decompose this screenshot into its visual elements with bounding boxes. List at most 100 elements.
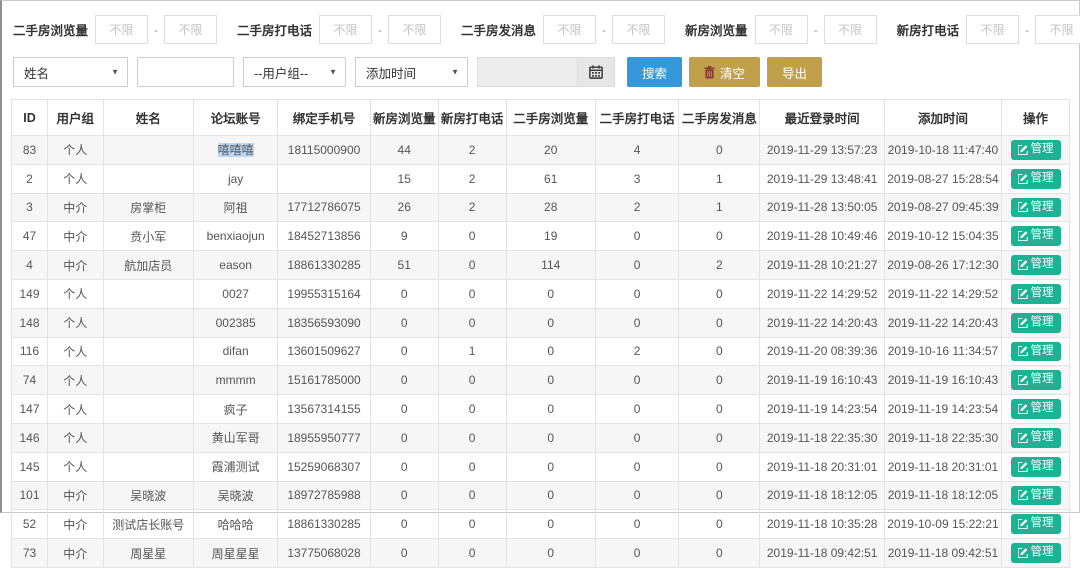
manage-button-label: 管理: [1030, 143, 1054, 155]
table-cell: 26: [369, 192, 439, 223]
manage-button[interactable]: 管理: [1010, 197, 1061, 218]
table-cell: 0: [437, 221, 507, 252]
manage-button[interactable]: 管理: [1010, 399, 1061, 419]
calendar-addon-button[interactable]: [577, 57, 615, 87]
table-cell: 2019-10-12 15:04:35: [883, 221, 1003, 252]
export-button[interactable]: 导出: [767, 57, 823, 87]
manage-button[interactable]: 管理: [1010, 543, 1061, 563]
manage-button[interactable]: 管理: [1010, 312, 1061, 333]
manage-button[interactable]: 管理: [1010, 514, 1061, 535]
table-cell: 0: [505, 394, 596, 424]
table-cell: 房掌柜: [102, 192, 194, 223]
secondhand-messages-min-input[interactable]: [543, 15, 597, 44]
table-cell: 0: [678, 480, 761, 511]
edit-icon: [1017, 288, 1028, 299]
time-field-select[interactable]: 添加时间 ▼: [355, 57, 468, 87]
newhouse-calls-max-input[interactable]: [1035, 15, 1080, 44]
table-cell: 101: [11, 480, 48, 511]
table-cell: 0: [594, 538, 680, 568]
table-cell-actions: 管理: [1001, 163, 1070, 194]
table-cell: 2019-11-29 13:57:23: [759, 135, 885, 165]
manage-button[interactable]: 管理: [1010, 283, 1061, 304]
table-cell: 15: [369, 163, 439, 194]
manage-button[interactable]: 管理: [1010, 456, 1061, 477]
table-cell: 周星星星: [192, 538, 279, 568]
secondhand-views-min-input[interactable]: [95, 15, 149, 44]
usergroup-select[interactable]: --用户组-- ▼: [243, 57, 346, 87]
newhouse-views-max-input[interactable]: [823, 15, 877, 44]
table-cell: 0: [678, 394, 761, 424]
table-cell: 19: [505, 221, 596, 252]
table-cell-actions: 管理: [1001, 192, 1070, 223]
table-cell: 周星星: [102, 538, 194, 568]
table-cell-actions: 管理: [1001, 365, 1070, 396]
table-cell: 2019-11-28 13:50:05: [759, 192, 885, 223]
table-cell: 霞浦测试: [192, 451, 279, 482]
table-cell: 0: [505, 509, 596, 540]
table-cell: 147: [11, 394, 48, 424]
secondhand-messages-max-input[interactable]: [612, 15, 666, 44]
table-cell: 13775068028: [277, 538, 371, 568]
range-filters-bar: 二手房浏览量 - 二手房打电话 - 二手房发消息 - 新房浏览量 - 新房打电话…: [13, 15, 1080, 44]
table-cell: 中介: [46, 250, 104, 280]
date-range-input[interactable]: [477, 57, 577, 87]
table-cell: 28: [505, 192, 596, 223]
column-header: 二手房浏览量: [505, 99, 596, 136]
table-row: 101 中介 吴晓波 吴晓波 18972785988 0 0 0 0 0 2019-11-18 18…: [11, 480, 1070, 511]
table-cell: 2019-11-18 22:35:30: [883, 422, 1003, 453]
manage-button[interactable]: 管理: [1010, 485, 1061, 506]
manage-button[interactable]: 管理: [1010, 341, 1061, 362]
table-cell: 2019-11-18 18:12:05: [883, 480, 1003, 511]
table-cell: 0: [369, 278, 439, 309]
table-cell: 阿祖: [192, 192, 279, 223]
name-field-select[interactable]: 姓名 ▼: [13, 57, 128, 87]
manage-button-label: 管理: [1030, 546, 1054, 559]
table-cell: 0: [678, 135, 761, 165]
manage-button-label: 管理: [1030, 229, 1054, 242]
table-cell: 哈哈哈: [192, 509, 279, 540]
table-cell: 0: [437, 307, 507, 338]
date-range-picker: [477, 57, 615, 87]
table-cell: 0: [678, 221, 761, 252]
table-cell: 2: [437, 135, 507, 165]
secondhand-calls-max-input[interactable]: [388, 15, 442, 44]
secondhand-calls-min-input[interactable]: [319, 15, 373, 44]
table-cell: 2019-11-18 09:42:51: [759, 538, 885, 568]
table-cell: 0: [678, 451, 761, 482]
table-cell: [102, 163, 194, 194]
manage-button[interactable]: 管理: [1010, 140, 1061, 160]
manage-button[interactable]: 管理: [1010, 255, 1061, 275]
filter-label: 新房浏览量: [685, 24, 748, 38]
table-cell: 2019-10-16 11:34:57: [883, 336, 1003, 367]
filter-label: 二手房发消息: [461, 24, 537, 38]
table-cell: 中介: [46, 192, 104, 223]
search-button[interactable]: 搜索: [627, 57, 683, 87]
table-cell: 吴晓波: [192, 480, 279, 511]
table-cell: 145: [11, 451, 48, 482]
manage-button[interactable]: 管理: [1010, 427, 1061, 448]
table-cell: 2019-11-22 14:20:43: [759, 307, 885, 338]
manage-button[interactable]: 管理: [1010, 168, 1061, 189]
clear-button[interactable]: 清空: [689, 57, 761, 87]
table-cell: 0: [505, 422, 596, 453]
manage-button[interactable]: 管理: [1010, 370, 1061, 391]
table-cell-actions: 管理: [1001, 135, 1070, 165]
secondhand-views-max-input[interactable]: [164, 15, 218, 44]
table-cell: 9: [369, 221, 439, 252]
manage-button[interactable]: 管理: [1010, 226, 1061, 247]
table-cell: 0: [678, 278, 761, 309]
table-cell: 18356593090: [277, 307, 371, 338]
table-cell: 2019-11-20 08:39:36: [759, 336, 885, 367]
name-search-input[interactable]: [137, 57, 234, 87]
newhouse-calls-min-input[interactable]: [966, 15, 1020, 44]
table-cell: 2019-11-19 16:10:43: [759, 365, 885, 396]
table-cell: 0: [437, 394, 507, 424]
table-row: 2 个人 jay 15 2 61 3 1 2019-11-29 13:48:41 2019-08-…: [11, 163, 1070, 194]
column-header: 二手房发消息: [678, 99, 761, 136]
range-dash: -: [813, 22, 818, 37]
table-cell-actions: 管理: [1001, 278, 1070, 309]
table-cell: [277, 163, 371, 194]
newhouse-views-min-input[interactable]: [754, 15, 808, 44]
filter-label: 二手房打电话: [237, 24, 313, 38]
column-header: 新房浏览量: [369, 99, 439, 136]
